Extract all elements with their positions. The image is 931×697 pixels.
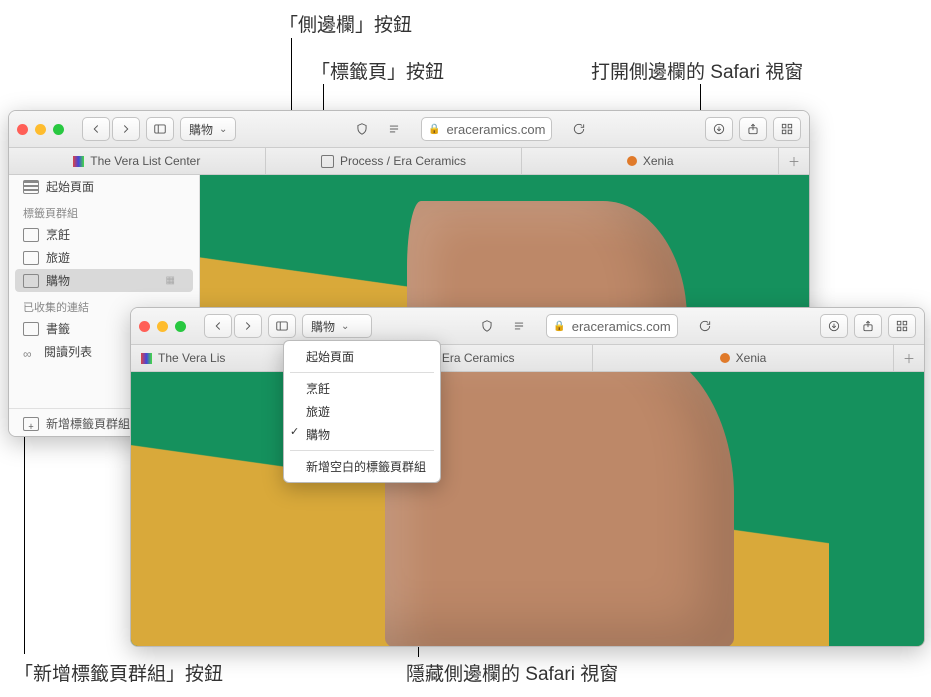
fullscreen-window-icon[interactable] xyxy=(175,321,186,332)
address-field[interactable]: 🔒 eraceramics.com xyxy=(546,314,677,338)
tab-label: Xenia xyxy=(643,154,674,168)
menu-item-travel[interactable]: 旅遊 xyxy=(284,400,440,423)
glasses-icon xyxy=(23,347,37,357)
sidebar-button[interactable] xyxy=(268,314,296,338)
callout-sidebar-button: 「側邊欄」按鈕 xyxy=(279,10,412,37)
tabgroup-dropdown: 起始頁面 烹飪 旅遊 購物 新增空白的標籤頁群組 xyxy=(283,340,441,483)
reader-menu-icon[interactable] xyxy=(381,118,407,140)
safari-window-sidebar-hidden: 購物 ⌄ 🔒 eraceramics.com xyxy=(130,307,925,647)
grid-icon xyxy=(23,180,39,194)
leader-line xyxy=(291,38,292,114)
new-tab-button[interactable]: ＋ xyxy=(894,345,924,371)
favicon-icon xyxy=(720,353,730,363)
lock-icon: 🔒 xyxy=(428,124,440,135)
tabgroup-icon xyxy=(23,251,39,265)
sidebar-button[interactable] xyxy=(146,117,174,141)
sidebar-new-tabgroup-label: 新增標籤頁群組 xyxy=(46,415,130,432)
callout-hidden-sidebar-window: 隱藏側邊欄的 Safari 視窗 xyxy=(406,659,618,686)
minimize-window-icon[interactable] xyxy=(157,321,168,332)
sidebar-group-travel[interactable]: 旅遊 xyxy=(9,246,199,269)
downloads-button[interactable] xyxy=(820,314,848,338)
menu-item-cook[interactable]: 烹飪 xyxy=(284,377,440,400)
favicon-icon xyxy=(73,156,84,167)
toolbar: 購物 ⌄ 🔒 eraceramics.com xyxy=(131,308,924,345)
tab-era[interactable]: Process / Era Ceramics xyxy=(266,148,523,174)
forward-button[interactable] xyxy=(234,314,262,338)
sidebar-item-label: 購物 xyxy=(46,272,70,289)
reader-menu-icon[interactable] xyxy=(506,315,532,337)
new-tab-button[interactable]: ＋ xyxy=(779,148,809,174)
fullscreen-window-icon[interactable] xyxy=(53,124,64,135)
privacy-shield-button[interactable] xyxy=(474,315,500,337)
back-button[interactable] xyxy=(204,314,232,338)
reload-button[interactable] xyxy=(566,118,592,140)
menu-item-start-page[interactable]: 起始頁面 xyxy=(284,345,440,368)
web-content xyxy=(131,372,924,647)
sidebar-start-page[interactable]: 起始頁面 xyxy=(9,175,199,198)
tab-vera[interactable]: The Vera Lis xyxy=(131,345,292,371)
menu-item-shop[interactable]: 購物 xyxy=(284,423,440,446)
tabgroup-pill-label: 購物 xyxy=(311,318,335,335)
grid-preview-icon: ▦ xyxy=(166,275,175,286)
favicon-icon xyxy=(321,155,334,168)
callout-open-sidebar-window: 打開側邊欄的 Safari 視窗 xyxy=(591,57,803,84)
privacy-shield-button[interactable] xyxy=(349,118,375,140)
menu-separator xyxy=(290,372,434,373)
window-controls[interactable] xyxy=(139,321,186,332)
book-icon xyxy=(23,322,39,336)
favicon-icon xyxy=(627,156,637,166)
leader-line xyxy=(24,429,25,654)
close-window-icon[interactable] xyxy=(17,124,28,135)
callout-new-tabgroup-button: 「新增標籤頁群組」按鈕 xyxy=(14,659,223,686)
tabgroup-pill[interactable]: 購物 ⌄ xyxy=(302,314,372,338)
plus-box-icon xyxy=(23,417,39,431)
tabgroup-icon xyxy=(23,228,39,242)
chevron-down-icon: ⌄ xyxy=(341,321,349,332)
forward-button[interactable] xyxy=(112,117,140,141)
address-text: eraceramics.com xyxy=(446,122,545,137)
lock-icon: 🔒 xyxy=(553,321,565,332)
sidebar-groups-header: 標籤頁群組 xyxy=(9,198,199,223)
tab-label: Process / Era Ceramics xyxy=(340,154,466,168)
sidebar-item-label: 書籤 xyxy=(46,320,70,337)
tabgroup-icon xyxy=(23,274,39,288)
minimize-window-icon[interactable] xyxy=(35,124,46,135)
downloads-button[interactable] xyxy=(705,117,733,141)
tabgroup-pill[interactable]: 購物 ⌄ xyxy=(180,117,236,141)
tab-label: The Vera Lis xyxy=(158,351,225,365)
sidebar-item-label: 閱讀列表 xyxy=(44,343,92,360)
sidebar-item-label: 烹飪 xyxy=(46,226,70,243)
leader-line xyxy=(700,84,701,110)
share-button[interactable] xyxy=(739,117,767,141)
callout-tabs-button: 「標籤頁」按鈕 xyxy=(311,57,444,84)
tabs-overview-button[interactable] xyxy=(773,117,801,141)
chevron-down-icon: ⌄ xyxy=(219,124,227,135)
window-controls[interactable] xyxy=(17,124,64,135)
address-text: eraceramics.com xyxy=(572,319,671,334)
toolbar: 購物 ⌄ 🔒 eraceramics.com xyxy=(9,111,809,148)
reload-button[interactable] xyxy=(692,315,718,337)
sidebar-group-cook[interactable]: 烹飪 xyxy=(9,223,199,246)
menu-item-new-blank-group[interactable]: 新增空白的標籤頁群組 xyxy=(284,455,440,478)
tabgroup-pill-label: 購物 xyxy=(189,121,213,138)
tab-xenia[interactable]: Xenia xyxy=(522,148,779,174)
tab-bar: The Vera Lis Process / Era Ceramics Xeni… xyxy=(131,345,924,372)
tab-label: Xenia xyxy=(736,351,767,365)
close-window-icon[interactable] xyxy=(139,321,150,332)
sidebar-group-shop[interactable]: 購物 ▦ xyxy=(15,269,193,292)
tab-xenia[interactable]: Xenia xyxy=(593,345,894,371)
tab-vera[interactable]: The Vera List Center xyxy=(9,148,266,174)
favicon-icon xyxy=(141,353,152,364)
tab-label: The Vera List Center xyxy=(90,154,200,168)
sidebar-item-label: 起始頁面 xyxy=(46,178,94,195)
tabs-overview-button[interactable] xyxy=(888,314,916,338)
address-field[interactable]: 🔒 eraceramics.com xyxy=(421,117,552,141)
sidebar-item-label: 旅遊 xyxy=(46,249,70,266)
share-button[interactable] xyxy=(854,314,882,338)
back-button[interactable] xyxy=(82,117,110,141)
menu-separator xyxy=(290,450,434,451)
tab-bar: The Vera List Center Process / Era Ceram… xyxy=(9,148,809,175)
